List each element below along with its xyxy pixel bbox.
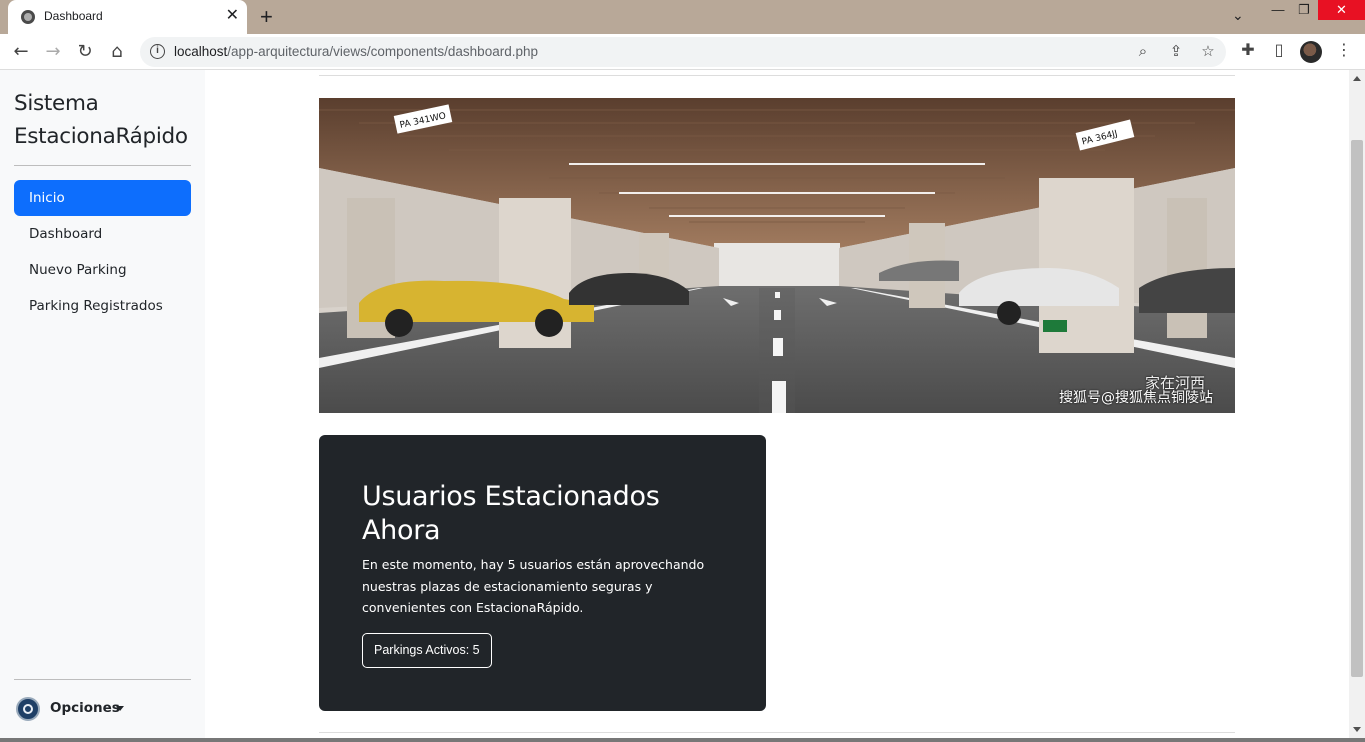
url-host: localhost — [174, 44, 228, 59]
browser-toolbar: ← → ↻ ⌂ i localhost/app-arquitectura/vie… — [0, 34, 1365, 70]
window-close-button[interactable]: ✕ — [1318, 0, 1365, 20]
home-icon[interactable]: ⌂ — [105, 40, 129, 64]
card-title: Usuarios Estacionados Ahora — [362, 481, 660, 546]
browser-tab[interactable]: Dashboard ✕ — [8, 0, 247, 34]
hero-parking-image: PA 341WO PA 364JJ 家在河西 搜狐号@搜狐焦点铜陵站 — [319, 98, 1235, 413]
new-tab-button[interactable]: + — [260, 4, 273, 30]
arrow-right-icon[interactable]: → — [41, 40, 65, 64]
sidebar-item-parking-registrados[interactable]: Parking Registrados — [14, 288, 191, 324]
sidebar-nav: Inicio Dashboard Nuevo Parking Parking R… — [14, 180, 191, 324]
browser-tabbar: Dashboard ✕ + ⌄ — ❐ ✕ — [0, 0, 1365, 34]
parking-garage-illustration: PA 341WO PA 364JJ — [319, 98, 1235, 413]
options-label: Opciones — [50, 700, 120, 716]
globe-icon — [21, 10, 35, 24]
sidebar-item-dashboard[interactable]: Dashboard — [14, 216, 191, 252]
avatar — [16, 697, 40, 721]
share-icon[interactable]: ⇪ — [1166, 42, 1186, 60]
close-tab-icon[interactable]: ✕ — [226, 7, 239, 25]
url-text[interactable]: localhost/app-arquitectura/views/compone… — [174, 44, 538, 59]
brand-line-2: EstacionaRápido — [14, 124, 188, 149]
scrollbar-thumb[interactable] — [1351, 140, 1363, 677]
zoom-icon[interactable]: ⌕ — [1133, 42, 1153, 60]
page-scrollbar[interactable] — [1349, 70, 1365, 738]
sidebar-item-inicio[interactable]: Inicio — [14, 180, 191, 216]
sidebar-divider-bottom — [14, 679, 191, 680]
caret-down-icon — [116, 706, 124, 711]
puzzle-icon[interactable]: ✚ — [1236, 40, 1260, 59]
page-viewport: Sistema EstacionaRápido Inicio Dashboard… — [0, 70, 1349, 738]
address-bar[interactable]: i localhost/app-arquitectura/views/compo… — [140, 37, 1226, 67]
url-path: /app-arquitectura/views/components/dashb… — [227, 44, 538, 59]
kebab-menu-icon[interactable]: ⋮ — [1332, 40, 1356, 59]
sidebar-item-nuevo-parking[interactable]: Nuevo Parking — [14, 252, 191, 288]
taskbar-strip — [0, 738, 1365, 742]
star-icon[interactable]: ☆ — [1198, 42, 1218, 60]
content-divider-bottom — [319, 732, 1235, 733]
profile-avatar[interactable] — [1300, 41, 1322, 63]
usuarios-card: Usuarios Estacionados Ahora En este mome… — [319, 435, 766, 711]
tab-title: Dashboard — [44, 9, 103, 23]
content-divider-top — [319, 75, 1235, 76]
sidebar-divider — [14, 165, 191, 166]
hero-watermark-bottom: 搜狐号@搜狐焦点铜陵站 — [1059, 390, 1213, 406]
sidebar: Sistema EstacionaRápido Inicio Dashboard… — [0, 70, 205, 738]
reload-icon[interactable]: ↻ — [73, 40, 97, 64]
brand-title[interactable]: Sistema EstacionaRápido — [14, 87, 194, 153]
side-panel-icon[interactable]: ▯ — [1267, 40, 1291, 59]
info-icon[interactable]: i — [150, 44, 165, 59]
tab-search-chevron-icon[interactable]: ⌄ — [1232, 8, 1244, 24]
scroll-down-icon[interactable] — [1353, 727, 1361, 732]
arrow-left-icon[interactable]: ← — [9, 40, 33, 64]
scroll-up-icon[interactable] — [1353, 76, 1361, 81]
brand-line-1: Sistema — [14, 91, 99, 116]
parkings-activos-button[interactable]: Parkings Activos: 5 — [362, 633, 492, 668]
card-text: En este momento, hay 5 usuarios están ap… — [362, 557, 705, 615]
